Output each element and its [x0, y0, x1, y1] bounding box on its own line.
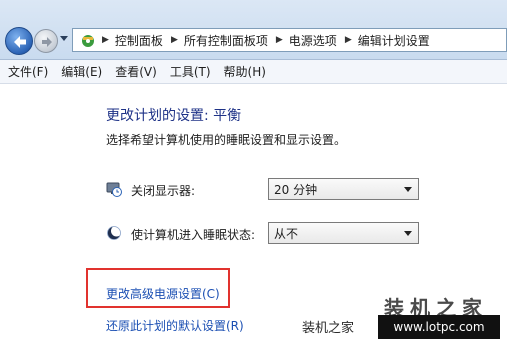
sleep-label: 使计算机进入睡眠状态:: [131, 228, 256, 242]
watermark-text: 装机之家: [302, 321, 355, 336]
menu-file[interactable]: 文件(F): [8, 63, 48, 80]
page-title: 更改计划的设置: 平衡: [106, 108, 242, 124]
chevron-down-icon: [404, 187, 412, 192]
address-bar[interactable]: ▶ 控制面板 ▶ 所有控制面板项 ▶ 电源选项 ▶ 编辑计划设置: [72, 28, 507, 52]
breadcrumb-separator[interactable]: ▶: [276, 35, 283, 45]
menu-tools[interactable]: 工具(T): [170, 63, 211, 80]
back-arrow-icon: [14, 36, 26, 48]
breadcrumb-all-items[interactable]: 所有控制面板项: [184, 32, 268, 49]
display-off-value: 20 分钟: [274, 182, 318, 197]
forward-arrow-icon: [42, 37, 52, 47]
sleep-value: 从不: [274, 226, 299, 241]
breadcrumb-separator[interactable]: ▶: [171, 35, 178, 45]
watermark-url: www.lotpc.com: [378, 315, 500, 339]
menu-help[interactable]: 帮助(H): [224, 63, 266, 80]
back-button[interactable]: [5, 27, 33, 55]
moon-icon: [106, 225, 122, 241]
breadcrumb-separator[interactable]: ▶: [345, 35, 352, 45]
forward-button[interactable]: [34, 29, 58, 53]
breadcrumb-separator[interactable]: ▶: [102, 35, 109, 45]
menu-view[interactable]: 查看(V): [115, 63, 157, 80]
page-description: 选择希望计算机使用的睡眠设置和显示设置。: [106, 133, 347, 147]
breadcrumb-control-panel[interactable]: 控制面板: [115, 32, 163, 49]
monitor-clock-icon: [106, 181, 122, 197]
menu-edit[interactable]: 编辑(E): [61, 63, 102, 80]
address-toolbar: ▶ 控制面板 ▶ 所有控制面板项 ▶ 电源选项 ▶ 编辑计划设置: [0, 0, 507, 60]
advanced-power-settings-link[interactable]: 更改高级电源设置(C): [106, 285, 220, 302]
chevron-down-icon: [404, 231, 412, 236]
sleep-select[interactable]: 从不: [268, 222, 419, 244]
restore-defaults-link[interactable]: 还原此计划的默认设置(R): [106, 317, 244, 334]
breadcrumb-power-options[interactable]: 电源选项: [289, 32, 337, 49]
control-panel-icon: [79, 31, 97, 49]
breadcrumb-edit-plan[interactable]: 编辑计划设置: [358, 32, 430, 49]
display-off-select[interactable]: 20 分钟: [268, 178, 419, 200]
menu-bar: 文件(F) 编辑(E) 查看(V) 工具(T) 帮助(H): [0, 60, 507, 84]
display-off-label: 关闭显示器:: [131, 184, 196, 198]
recent-pages-dropdown[interactable]: [60, 36, 68, 41]
